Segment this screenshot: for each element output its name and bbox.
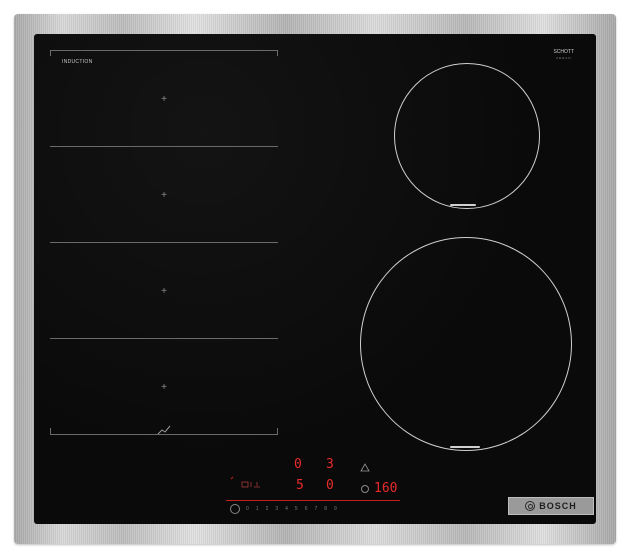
zone-marker-small [450,204,476,206]
bosch-logo-icon [525,501,536,511]
display-mid-right: 0 [326,478,334,493]
glass-maker-sub: CERAN [555,56,572,60]
flex-zone-tick [50,50,51,56]
slider-step[interactable]: 5 [295,506,298,512]
flex-zone-divider-2 [50,242,278,243]
slider-step[interactable]: 3 [275,506,278,512]
power-level-slider[interactable]: 0 1 2 3 4 5 6 7 8 9 [246,505,344,513]
zone-center-cross-4: + [161,382,167,393]
power-icon[interactable] [230,504,240,514]
flex-zone-divider-1 [50,146,278,147]
slider-step[interactable]: 6 [305,506,308,512]
slider-step[interactable]: 0 [246,506,249,512]
display-top-right: 3 [326,457,334,472]
flex-zone-divider-3 [50,338,278,339]
glass-maker-logo: SCHOTT CERAN [553,49,574,61]
touch-slider-line [226,500,400,501]
ceramic-glass-cooktop: INDUCTION SCHOTT CERAN + + + + 0 3 5 0 1… [34,34,596,524]
zone-center-cross-1: + [161,94,167,105]
cooking-zone-small[interactable] [394,63,540,209]
slider-step[interactable]: 7 [314,506,317,512]
function-icons[interactable] [230,474,270,490]
cooking-zone-large[interactable] [360,237,572,451]
zone-marker-large [450,446,480,448]
flex-zone-tick [277,50,278,56]
flex-zone-tick [277,428,278,434]
flex-zone-icon [157,425,171,435]
slider-step[interactable]: 8 [324,506,327,512]
timer-icon[interactable] [361,485,369,493]
slider-step[interactable]: 1 [256,506,259,512]
slider-step[interactable]: 4 [285,506,288,512]
slider-step[interactable]: 2 [266,506,269,512]
brand-badge: BOSCH [508,497,594,515]
brand-name: BOSCH [539,501,577,511]
flex-zone-tick [50,428,51,434]
zone-center-cross-3: + [161,286,167,297]
wipe-protect-icon[interactable] [360,462,370,472]
slider-step[interactable]: 9 [334,506,337,512]
display-top-left: 0 [294,457,302,472]
display-mid-left: 5 [296,478,304,493]
timer-display: 160 [374,481,398,496]
flex-zone-top-edge [50,50,278,51]
zone-center-cross-2: + [161,190,167,201]
flex-induction-zone[interactable]: + + + + [50,50,278,436]
